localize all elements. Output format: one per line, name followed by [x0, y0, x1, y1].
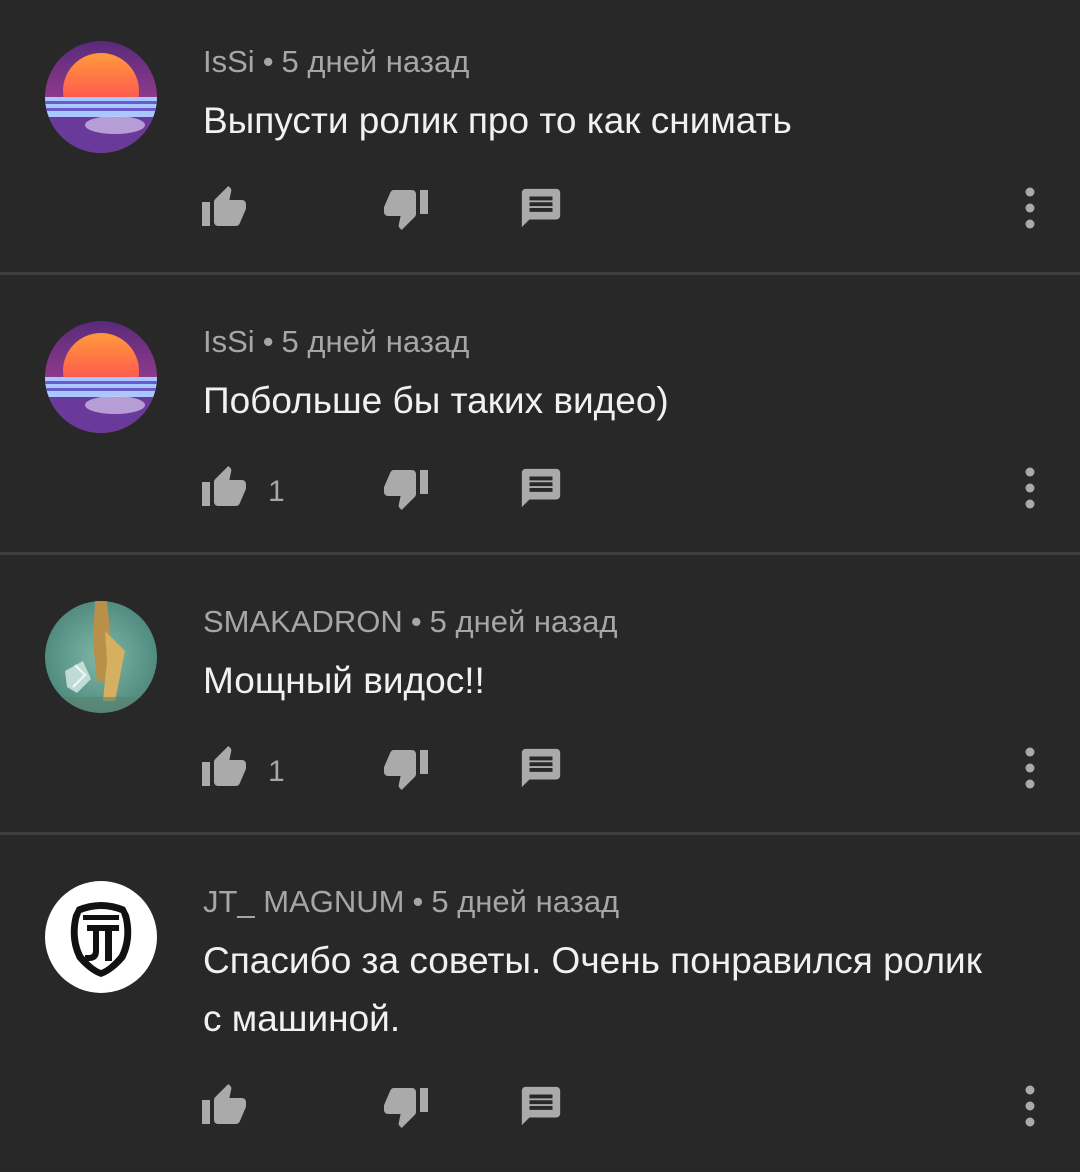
comment-actions: [0, 178, 1080, 238]
more-options-button[interactable]: [1010, 178, 1050, 238]
comment-item: IsSi • 5 дней назад Побольше бы таких виде…: [0, 280, 1080, 560]
like-count: 1: [268, 475, 285, 508]
comment-text: Побольше бы таких видео): [203, 380, 669, 421]
author-name[interactable]: JT_ MAGNUM: [203, 884, 405, 919]
avatar[interactable]: [45, 321, 157, 433]
thumb-up-icon: [200, 1082, 248, 1130]
avatar[interactable]: [45, 41, 157, 153]
author-name[interactable]: IsSi: [203, 324, 255, 359]
comments-list: IsSi • 5 дней назад Выпусти ролик про то к…: [0, 0, 1080, 1172]
thumb-down-icon: [382, 464, 430, 512]
like-button[interactable]: [200, 178, 268, 238]
reply-button[interactable]: [518, 738, 564, 798]
synthwave-sunset-avatar-image: [45, 321, 157, 433]
comment-text: Мощный видос!!: [203, 660, 485, 701]
comment-time: 5 дней назад: [281, 324, 470, 359]
author-name[interactable]: IsSi: [203, 44, 255, 79]
comment-meta: IsSi • 5 дней назад: [203, 324, 469, 360]
meta-separator: •: [262, 324, 274, 359]
comment-meta: IsSi • 5 дней назад: [203, 44, 469, 80]
comment-time: 5 дней назад: [429, 604, 618, 639]
comment-time: 5 дней назад: [281, 44, 470, 79]
dislike-button[interactable]: [382, 1076, 430, 1136]
dislike-button[interactable]: [382, 738, 430, 798]
reply-comment-icon: [518, 465, 564, 511]
like-count: 1: [268, 755, 285, 788]
comment-time: 5 дней назад: [431, 884, 620, 919]
reply-comment-icon: [518, 745, 564, 791]
more-options-button[interactable]: [1010, 738, 1050, 798]
comment-meta: JT_ MAGNUM • 5 дней назад: [203, 884, 619, 920]
more-vert-icon: [1024, 1084, 1036, 1128]
thumb-down-icon: [382, 1082, 430, 1130]
comment-actions: 1: [0, 738, 1080, 798]
meta-separator: •: [410, 604, 422, 639]
comment-actions: 1: [0, 458, 1080, 518]
thumb-up-icon: [200, 744, 248, 792]
thumb-up-icon: [200, 464, 248, 512]
reply-comment-icon: [518, 1083, 564, 1129]
dislike-button[interactable]: [382, 458, 430, 518]
more-vert-icon: [1024, 466, 1036, 510]
meta-separator: •: [412, 884, 424, 919]
comment-item: SMAKADRON • 5 дней назад Мощный видос!! 1: [0, 560, 1080, 840]
more-options-button[interactable]: [1010, 1076, 1050, 1136]
comment-text: Спасибо за советы. Очень понравился роли…: [203, 940, 982, 1039]
meta-separator: •: [262, 44, 274, 79]
dislike-button[interactable]: [382, 178, 430, 238]
more-vert-icon: [1024, 186, 1036, 230]
synthwave-sunset-avatar-image: [45, 41, 157, 153]
avatar[interactable]: [45, 601, 157, 713]
avatar[interactable]: [45, 881, 157, 993]
comment-text: Выпусти ролик про то как снимать: [203, 100, 792, 141]
comment-item: JT_ MAGNUM • 5 дней назад Спасибо за совет…: [0, 840, 1080, 1172]
reply-button[interactable]: [518, 458, 564, 518]
more-vert-icon: [1024, 746, 1036, 790]
divider: [0, 552, 1080, 555]
comment-meta: SMAKADRON • 5 дней назад: [203, 604, 617, 640]
thumb-up-icon: [200, 184, 248, 232]
reply-button[interactable]: [518, 1076, 564, 1136]
reply-comment-icon: [518, 185, 564, 231]
author-name[interactable]: SMAKADRON: [203, 604, 403, 639]
divider: [0, 832, 1080, 835]
like-button[interactable]: 1: [200, 738, 285, 798]
jt-magnum-badge-avatar-image: [45, 881, 157, 993]
more-options-button[interactable]: [1010, 458, 1050, 518]
like-button[interactable]: [200, 1076, 268, 1136]
reply-button[interactable]: [518, 178, 564, 238]
thumb-down-icon: [382, 744, 430, 792]
comment-item: IsSi • 5 дней назад Выпусти ролик про то к…: [0, 0, 1080, 280]
like-button[interactable]: 1: [200, 458, 285, 518]
thumb-down-icon: [382, 184, 430, 232]
comment-actions: [0, 1076, 1080, 1136]
photo-avatar-image: [45, 601, 157, 713]
divider: [0, 272, 1080, 275]
